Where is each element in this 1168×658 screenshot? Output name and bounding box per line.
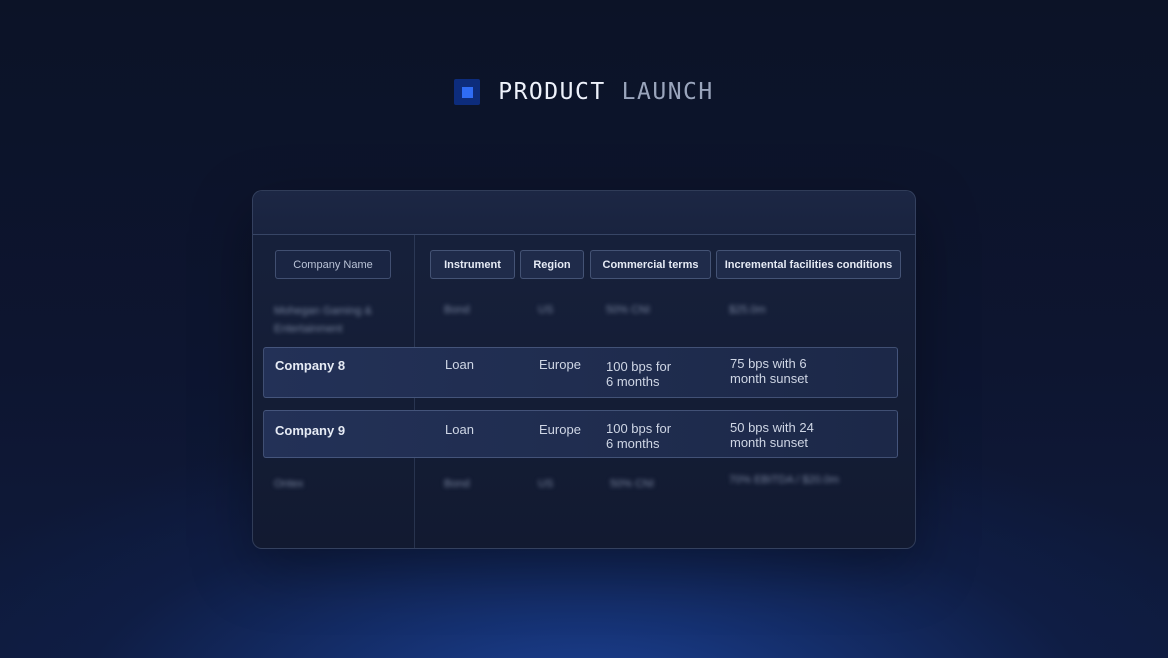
cell-incremental: 50 bps with 24 month sunset [730, 420, 814, 450]
card-toolbar [253, 191, 915, 235]
column-header-region[interactable]: Region [520, 250, 584, 279]
column-header-incremental-facilities[interactable]: Incremental facilities conditions [716, 250, 901, 279]
square-logo-icon [454, 79, 481, 105]
cell-instrument: Loan [445, 422, 474, 437]
cell-region: Europe [539, 357, 581, 372]
table-row[interactable]: Company 9 Loan Europe 100 bps for 6 mont… [263, 410, 898, 458]
cell-incremental: 75 bps with 6 month sunset [730, 356, 809, 386]
cell-company: Company 9 [275, 423, 346, 438]
cell-company: Ontex [274, 478, 304, 490]
cell-region: US [538, 304, 554, 316]
table-card: Company Name Instrument Region Commercia… [252, 190, 916, 549]
brand-header: PRODUCT LAUNCH [0, 78, 1168, 106]
table-row[interactable]: Ontex Bond US 50% CNI 70% EBITDA / $20.0… [253, 474, 915, 496]
square-logo-inner [461, 86, 473, 98]
column-header-instrument[interactable]: Instrument [430, 250, 515, 279]
cell-instrument: Bond [444, 478, 470, 490]
cell-instrument: Bond [444, 304, 470, 316]
cell-company: Company 8 [275, 358, 346, 373]
cell-incremental: $25.0m [729, 304, 766, 316]
brand-title: PRODUCT LAUNCH [498, 78, 714, 106]
cell-incremental: 70% EBITDA / $20.0m [729, 474, 840, 486]
cell-commercial-terms: 100 bps for 6 months [606, 359, 672, 389]
column-header-company[interactable]: Company Name [275, 250, 391, 279]
cell-instrument: Loan [445, 357, 474, 372]
cell-region: Europe [539, 422, 581, 437]
cell-region: US [538, 478, 554, 490]
table-row[interactable]: Company 8 Loan Europe 100 bps for 6 mont… [263, 347, 898, 398]
table-row[interactable]: Mohegan Gaming & Entertainment Bond US 5… [253, 302, 915, 342]
cell-commercial-terms: 100 bps for 6 months [606, 421, 672, 451]
cell-commercial-terms: 50% CNI [606, 304, 651, 316]
brand-word-product: PRODUCT [498, 79, 606, 105]
column-header-commercial-terms[interactable]: Commercial terms [590, 250, 711, 279]
cell-commercial-terms: 50% CNI [610, 478, 655, 490]
brand-word-launch: LAUNCH [621, 79, 714, 105]
cell-company: Mohegan Gaming & Entertainment [274, 305, 372, 335]
